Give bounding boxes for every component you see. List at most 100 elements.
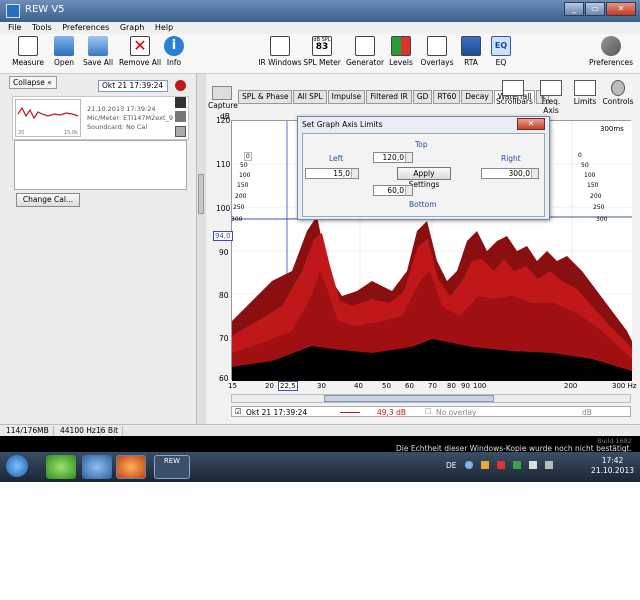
x-tick: 90: [461, 382, 470, 390]
spl-meter-label: SPL Meter: [303, 58, 341, 67]
spl-meter-button[interactable]: dB SPL 83 SPL Meter: [300, 36, 344, 67]
icq-taskbar-icon[interactable]: [46, 455, 76, 479]
measurement-date: 21.10.2013 17:39:24: [87, 105, 156, 113]
left-value-field[interactable]: 15,0: [305, 168, 359, 179]
measurement-tool-icon[interactable]: [175, 97, 186, 108]
scrollbars-label: Scrollbars: [496, 97, 533, 106]
scrollbar-thumb[interactable]: [324, 395, 494, 402]
time-tick: 250: [593, 204, 605, 211]
divider-handle[interactable]: [198, 174, 204, 214]
tray-icon[interactable]: [513, 461, 521, 469]
status-bit-depth: 16 Bit: [96, 426, 124, 435]
menu-tools[interactable]: Tools: [32, 23, 52, 32]
tray-icon[interactable]: [497, 461, 505, 469]
tab-filtered-ir[interactable]: Filtered IR: [366, 90, 412, 104]
save-all-button[interactable]: Save All: [78, 36, 118, 67]
tab-rt60[interactable]: RT60: [433, 90, 461, 104]
controls-button[interactable]: Controls: [600, 80, 636, 106]
taskbar: REW DE 17:42 21.10.2013: [0, 452, 640, 482]
panel-divider[interactable]: [196, 74, 206, 424]
overlays-label: Overlays: [420, 58, 454, 67]
remove-measurement-icon[interactable]: [175, 80, 186, 91]
window-controls: _ ▭ ✕: [564, 2, 636, 16]
measure-icon: [18, 36, 38, 56]
time-tick: 150: [587, 182, 599, 189]
tray-icon[interactable]: [465, 461, 473, 469]
dialog-title: Set Graph Axis Limits: [302, 120, 383, 129]
scrollbars-button[interactable]: Scrollbars: [496, 80, 533, 106]
bottom-value-field[interactable]: 60,0: [373, 185, 413, 196]
time-tick: 200: [590, 193, 602, 200]
clock-time: 17:42: [601, 456, 624, 465]
tab-all-spl[interactable]: All SPL: [293, 90, 327, 104]
dialog-close-button[interactable]: ✕: [517, 118, 545, 130]
measure-button[interactable]: Measure: [8, 36, 48, 67]
preferences-button[interactable]: Preferences: [586, 36, 636, 67]
maximize-button[interactable]: ▭: [585, 2, 605, 16]
menu-file[interactable]: File: [8, 23, 21, 32]
rta-icon: [461, 36, 481, 56]
change-cal-button[interactable]: Change Cal...: [16, 193, 80, 207]
x-tick: 20: [265, 382, 274, 390]
info-button[interactable]: i Info: [154, 36, 194, 67]
levels-icon: [391, 36, 411, 56]
time-tick: 100: [584, 172, 596, 179]
measure-label: Measure: [12, 58, 44, 67]
thumbnail-left-tick: 20: [18, 130, 24, 136]
no-overlay-checkbox[interactable]: ☐: [425, 407, 432, 416]
ir-windows-button[interactable]: IR Windows: [258, 36, 302, 67]
tray-icon[interactable]: [481, 461, 489, 469]
firefox-taskbar-icon[interactable]: [116, 455, 146, 479]
open-icon: [54, 36, 74, 56]
close-button[interactable]: ✕: [606, 2, 636, 16]
network-icon[interactable]: [529, 461, 537, 469]
minimize-button[interactable]: _: [564, 2, 584, 16]
freq-axis-button[interactable]: Freq. Axis: [534, 80, 568, 115]
measurement-name-field[interactable]: Okt 21 17:39:24: [98, 80, 168, 92]
overlays-icon: [427, 36, 447, 56]
overlay-line-swatch: [340, 412, 360, 413]
eq-button[interactable]: EQ EQ: [481, 36, 521, 67]
rew-taskbar-label: REW: [163, 457, 181, 465]
collapse-button[interactable]: Collapse «: [9, 76, 57, 89]
browser-taskbar-icon[interactable]: [82, 455, 112, 479]
volume-icon[interactable]: [545, 461, 553, 469]
y-tick: 100: [216, 204, 231, 213]
tab-spl-phase[interactable]: SPL & Phase: [238, 90, 293, 104]
wrench-icon: [601, 36, 621, 56]
measurement-soundcard: Soundcard: No Cal: [87, 123, 148, 131]
window-title: REW V5: [25, 4, 65, 15]
overlay-bar: ☑ Okt 21 17:39:24 49,3 dB ☐ No overlay d…: [231, 406, 631, 417]
tab-gd[interactable]: GD: [412, 90, 433, 104]
rew-taskbar-button[interactable]: REW: [154, 455, 190, 479]
time-tick: 0: [244, 152, 252, 161]
time-tick: 150: [237, 182, 249, 189]
edit-icon[interactable]: [175, 111, 186, 122]
horizontal-scrollbar[interactable]: [231, 394, 631, 403]
overlay-checkbox[interactable]: ☑: [235, 407, 242, 416]
time-tick: 50: [240, 162, 248, 169]
controls-label: Controls: [602, 97, 634, 106]
menu-preferences[interactable]: Preferences: [62, 23, 109, 32]
x-tick: 200: [564, 382, 578, 390]
notes-area[interactable]: [14, 140, 187, 190]
tab-decay[interactable]: Decay: [461, 90, 493, 104]
time-tick: 50: [581, 162, 589, 169]
start-button[interactable]: [6, 455, 28, 477]
save-measurement-icon[interactable]: [175, 126, 186, 137]
language-indicator[interactable]: DE: [446, 461, 457, 470]
tab-impulse[interactable]: Impulse: [327, 90, 366, 104]
x-tick: 100: [473, 382, 487, 390]
camera-icon[interactable]: [212, 86, 232, 100]
top-value-field[interactable]: 120,0: [373, 152, 413, 163]
generator-icon: [355, 36, 375, 56]
measurement-entry[interactable]: 20 15,0k 21.10.2013 17:39:24 Mic/Meter: …: [12, 96, 189, 140]
apply-settings-button[interactable]: Apply Settings: [397, 167, 451, 189]
y-tick: 80: [219, 291, 229, 300]
menu-help[interactable]: Help: [155, 23, 173, 32]
thumbnail-right-tick: 15,0k: [64, 130, 78, 136]
right-value-field[interactable]: 300,0: [481, 168, 539, 179]
limits-button[interactable]: Limits: [568, 80, 602, 106]
menu-graph[interactable]: Graph: [120, 23, 145, 32]
clock[interactable]: 17:42 21.10.2013: [591, 456, 634, 476]
